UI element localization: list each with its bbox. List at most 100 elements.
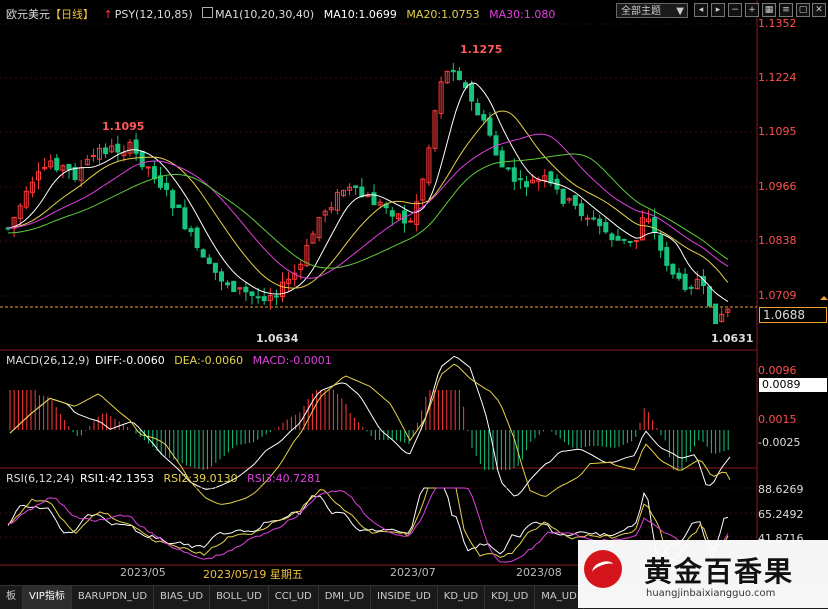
candle-body (66, 164, 72, 171)
logo-url: huangjinbaixiangguo.com (646, 588, 776, 599)
rsi3-value: RSI3:40.7281 (247, 472, 322, 485)
candle-body (615, 235, 621, 241)
candle-body (389, 210, 395, 217)
tab-bias[interactable]: BIAS_UD (154, 586, 211, 609)
candle-body (408, 220, 414, 223)
tab-boll[interactable]: BOLL_UD (210, 586, 269, 609)
tab-cci[interactable]: CCI_UD (269, 586, 319, 609)
candle-body (456, 70, 462, 81)
candle-body (578, 203, 584, 217)
candle-body (505, 167, 511, 170)
candle-body (597, 218, 603, 227)
candle-body (103, 147, 109, 155)
tab-board[interactable]: 板 (0, 586, 23, 609)
macd-header: MACD(26,12,9) DIFF:-0.0060 DEA:-0.0060 M… (6, 354, 338, 367)
ma40-line (7, 153, 729, 269)
tab-inside[interactable]: INSIDE_UD (371, 586, 438, 609)
tab-kdj[interactable]: KDJ_UD (485, 586, 536, 609)
candle-body (365, 195, 371, 198)
candle-body (572, 195, 578, 206)
toolbar-menu-icon[interactable]: ≡ (779, 3, 793, 17)
candle-body (652, 216, 658, 233)
toolbar-window-icon[interactable]: ▢ (796, 3, 810, 17)
candle-body (90, 155, 96, 158)
rsi2-value: RSI2:39.0130 (163, 472, 238, 485)
price-axis-label: 1.1352 (758, 17, 797, 30)
candle-body (353, 185, 359, 188)
toolbar-grid-icon[interactable]: ▦ (762, 3, 776, 17)
rsi-axis-label: 88.6269 (758, 483, 804, 496)
candle-body (688, 286, 694, 289)
psy-label[interactable]: PSY(12,10,85) (115, 8, 193, 21)
logo-name: 黄金百香果 (644, 555, 795, 588)
ma20-line (7, 110, 729, 289)
candle-body (170, 190, 176, 209)
candle-body (707, 286, 712, 307)
settings-icon[interactable] (202, 7, 214, 18)
tab-vip[interactable]: VIP指标 (23, 586, 72, 609)
candle-body (255, 296, 261, 299)
theme-dropdown[interactable]: 全部主题 ▼ (616, 3, 688, 18)
candle-body (511, 167, 517, 182)
candle-body (585, 217, 590, 220)
date-label: 2023/08 (516, 566, 562, 579)
candle-body (487, 117, 493, 136)
candle-body (664, 247, 670, 266)
candle-body (145, 166, 151, 169)
ma10-value: MA10:1.0699 (323, 8, 397, 21)
tab-barupdn[interactable]: BARUPDN_UD (72, 586, 155, 609)
macd-current-box: 0.0089 (759, 378, 827, 392)
candle-body (609, 233, 615, 241)
macd-diff: DIFF:-0.0060 (95, 354, 165, 367)
chart-canvas[interactable] (0, 0, 828, 608)
candle-body (231, 280, 237, 292)
candle-body (54, 157, 60, 171)
candle-body (133, 139, 139, 154)
candle-body (261, 296, 267, 302)
macd-axis-label: 0.0015 (758, 413, 797, 426)
candle-body (151, 166, 157, 180)
candle-body (469, 83, 475, 102)
high-annotation: 1.1095 (102, 120, 145, 133)
price-axis-label: 1.0838 (758, 234, 797, 247)
macd-axis-label: 0.0096 (758, 364, 797, 377)
candle-body (627, 240, 633, 243)
candle-body (676, 272, 682, 279)
low-annotation: 1.0631 (711, 332, 754, 345)
candle-body (670, 263, 676, 275)
toolbar-right-icon[interactable]: ▸ (711, 3, 725, 17)
date-label: 2023/05 (120, 566, 166, 579)
high-annotation: 1.1275 (460, 43, 503, 56)
candle-body (475, 103, 481, 116)
toolbar-zoom-out-icon[interactable]: − (728, 3, 742, 17)
candle-body (164, 183, 170, 190)
toolbar-zoom-in-icon[interactable]: + (745, 3, 759, 17)
tab-ma[interactable]: MA_UD (535, 586, 584, 609)
date-label: 2023/07 (390, 566, 436, 579)
tab-kd[interactable]: KD_UD (438, 586, 486, 609)
candle-body (194, 227, 200, 248)
price-axis-label: 1.0709 (758, 289, 797, 302)
candle-body (713, 303, 719, 325)
candle-body (225, 282, 231, 286)
ma-label[interactable]: MA1(10,20,30,40) (215, 8, 314, 21)
price-axis-label: 1.1224 (758, 71, 797, 84)
toolbar-left-icon[interactable]: ◂ (694, 3, 708, 17)
macd-value: MACD:-0.0001 (252, 354, 332, 367)
macd-label[interactable]: MACD(26,12,9) (6, 354, 90, 367)
candle-body (658, 234, 664, 251)
rsi-label[interactable]: RSI(6,12,24) (6, 472, 74, 485)
rsi1-value: RSI1:42.1353 (79, 472, 155, 485)
toolbar-close-icon[interactable]: ✕ (812, 3, 826, 17)
brand-logo: 黄金百香果 huangjinbaixiangguo.com (578, 540, 828, 608)
candle-body (139, 150, 145, 168)
theme-dropdown-label: 全部主题 (621, 6, 661, 17)
candle-body (560, 188, 566, 204)
tab-dmi[interactable]: DMI_UD (319, 586, 372, 609)
candle-body (633, 239, 639, 242)
period-label[interactable]: 【日线】 (50, 8, 94, 21)
candle-body (548, 171, 554, 184)
main-header: 欧元美元【日线】 ↑ PSY(12,10,85) MA1(10,20,30,40)… (6, 6, 561, 22)
candle-body (206, 257, 212, 264)
candle-body (115, 143, 121, 153)
